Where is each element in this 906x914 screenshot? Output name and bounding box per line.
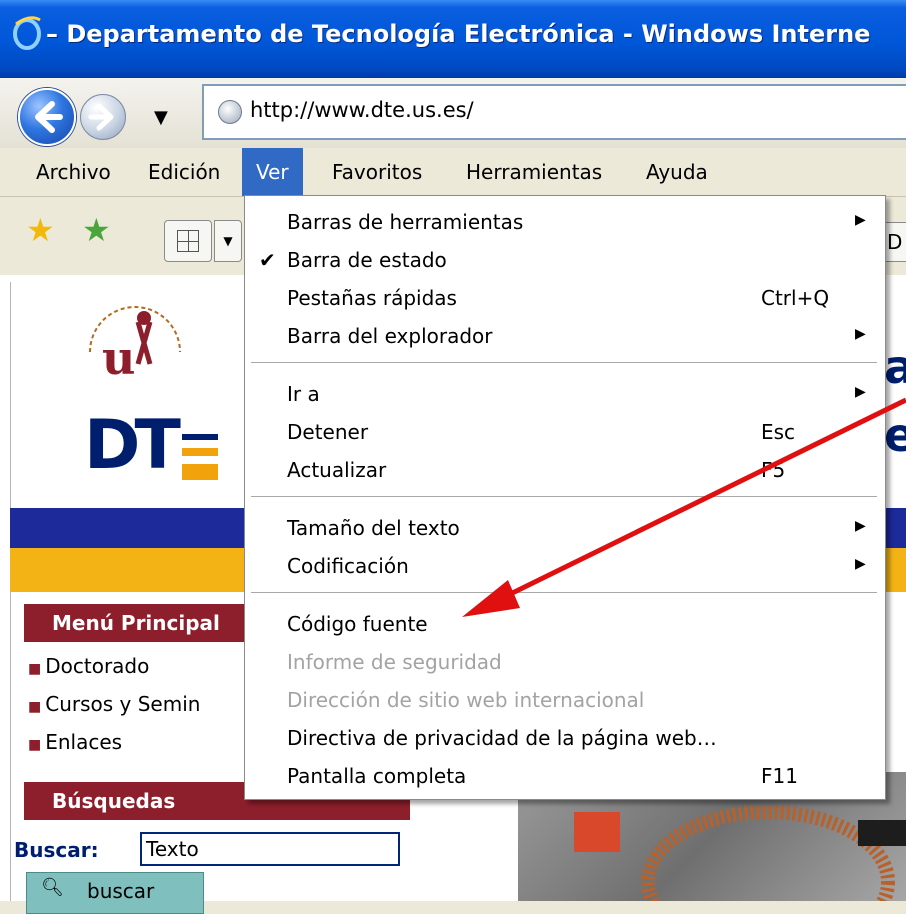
shortcut-quick-tabs: Ctrl+Q <box>761 286 830 310</box>
menu-item-toolbars[interactable]: Barras de herramientas <box>287 210 523 234</box>
address-url[interactable]: http://www.dte.us.es/ <box>250 98 474 122</box>
search-input[interactable]: Texto <box>140 832 400 866</box>
link-cursos[interactable]: ■ Cursos y Semin <box>28 692 200 716</box>
link-enlaces[interactable]: ■ Enlaces <box>28 730 122 754</box>
menu-favoritos[interactable]: Favoritos <box>332 160 422 184</box>
menu-item-full-screen[interactable]: Pantalla completa <box>287 764 466 788</box>
menu-edicion[interactable]: Edición <box>148 160 220 184</box>
check-icon: ✔ <box>259 248 276 272</box>
menu-ver[interactable]: Ver <box>242 148 303 196</box>
magnifier-icon: 🔍︎ <box>41 877 64 898</box>
forward-button[interactable] <box>80 94 126 140</box>
ie-logo-icon <box>13 16 41 50</box>
menu-separator <box>251 592 877 594</box>
search-button-label: buscar <box>87 879 155 903</box>
menu-item-text-size[interactable]: Tamaño del texto <box>287 516 460 540</box>
link-label: Enlaces <box>45 730 123 754</box>
page-heading-partial-2: e <box>884 408 906 462</box>
grid-icon <box>177 230 199 252</box>
favorites-star-icon[interactable]: ★ <box>26 214 55 246</box>
link-label: Doctorado <box>45 654 150 678</box>
window-title: – Departamento de Tecnología Electrónica… <box>46 20 871 48</box>
dte-logo-e-icon <box>182 434 218 480</box>
page-icon <box>218 100 242 124</box>
bullet-icon: ■ <box>28 661 42 677</box>
university-seal-icon: u <box>89 306 181 385</box>
menu-item-status-bar[interactable]: Barra de estado <box>287 248 447 272</box>
menu-item-go-to[interactable]: Ir a <box>287 382 320 406</box>
menu-item-security-report: Informe de seguridad <box>287 650 502 674</box>
submenu-arrow-icon: ▶ <box>855 212 866 228</box>
shortcut-refresh: F5 <box>761 458 786 482</box>
search-button[interactable]: 🔍︎ buscar <box>26 872 204 914</box>
menu-item-refresh[interactable]: Actualizar <box>287 458 386 482</box>
submenu-arrow-icon: ▶ <box>855 556 866 572</box>
menu-ayuda[interactable]: Ayuda <box>646 160 708 184</box>
menu-item-explorer-bar[interactable]: Barra del explorador <box>287 324 493 348</box>
view-menu-dropdown: Barras de herramientas ▶ ✔ Barra de esta… <box>244 195 886 800</box>
bullet-icon: ■ <box>28 737 42 753</box>
menu-bar <box>0 148 906 197</box>
back-button[interactable] <box>18 88 76 146</box>
link-label: Cursos y Semin <box>45 692 201 716</box>
menu-separator <box>251 496 877 498</box>
page-heading-partial: a <box>884 340 906 394</box>
menu-item-source[interactable]: Código fuente <box>287 612 428 636</box>
link-doctorado[interactable]: ■ Doctorado <box>28 654 149 678</box>
history-dropdown-icon[interactable]: ▼ <box>154 107 168 128</box>
shortcut-full-screen: F11 <box>761 764 798 788</box>
menu-item-encoding[interactable]: Codificación <box>287 554 409 578</box>
menu-separator <box>251 362 877 364</box>
forward-arrow-icon <box>88 103 114 131</box>
add-favorite-icon[interactable]: ★ <box>82 214 111 246</box>
svg-text:u: u <box>102 331 135 385</box>
address-bar[interactable]: http://www.dte.us.es/ <box>202 84 906 140</box>
submenu-arrow-icon: ▶ <box>855 518 866 534</box>
menu-herramientas[interactable]: Herramientas <box>466 160 602 184</box>
dte-logo: DT <box>84 406 181 485</box>
menu-item-quick-tabs[interactable]: Pestañas rápidas <box>287 286 457 310</box>
submenu-arrow-icon: ▶ <box>855 384 866 400</box>
menu-archivo[interactable]: Archivo <box>36 160 111 184</box>
back-arrow-icon <box>35 101 63 133</box>
quick-tabs-button[interactable] <box>164 220 212 262</box>
search-label: Buscar: <box>14 838 99 862</box>
menu-item-privacy-policy[interactable]: Directiva de privacidad de la página web… <box>287 726 717 750</box>
menu-item-intl-address: Dirección de sitio web internacional <box>287 688 645 712</box>
shortcut-stop: Esc <box>761 420 796 444</box>
bullet-icon: ■ <box>28 699 42 715</box>
tab-list-dropdown-icon[interactable]: ▼ <box>214 220 242 262</box>
submenu-arrow-icon: ▶ <box>855 326 866 342</box>
menu-item-stop[interactable]: Detener <box>287 420 368 444</box>
